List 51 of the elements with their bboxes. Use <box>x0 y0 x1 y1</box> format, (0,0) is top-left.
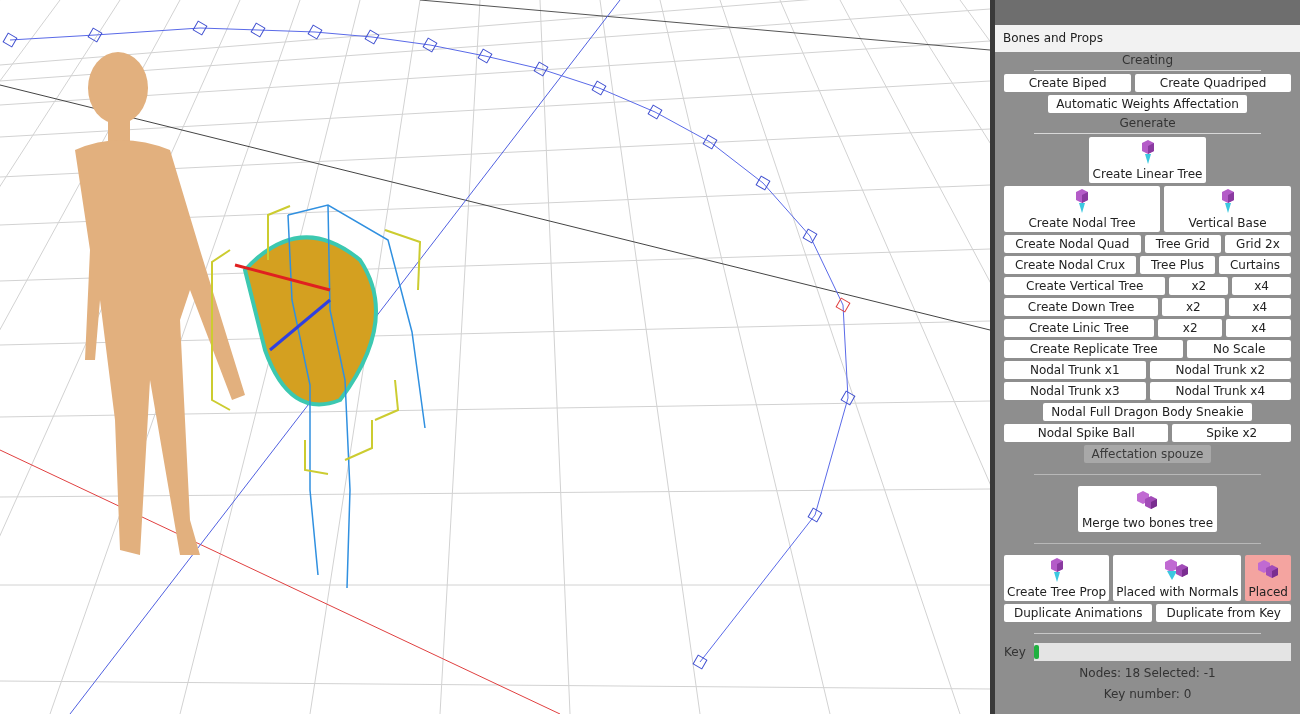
tool-button[interactable]: Nodal Trunk x2 <box>1149 361 1291 379</box>
tool-button[interactable]: Nodal Trunk x4 <box>1149 382 1291 400</box>
cubes-icon <box>1257 560 1280 580</box>
tool-button[interactable]: Create Quadriped <box>1135 74 1291 92</box>
nodes-status: Nodes: 18 Selected: -1 <box>1078 665 1217 682</box>
tool-button[interactable]: x4 <box>1226 319 1291 337</box>
tool-button[interactable]: Create Tree Prop <box>1004 555 1110 601</box>
tool-button[interactable]: x4 <box>1228 298 1291 316</box>
tool-button[interactable]: Nodal Trunk x1 <box>1004 361 1146 379</box>
tool-button[interactable]: Merge two bones tree <box>1077 486 1218 532</box>
tool-button[interactable]: Create Vertical Tree <box>1004 277 1166 295</box>
cubes-icon <box>1136 491 1159 511</box>
tool-button[interactable]: Create Linear Tree <box>1088 137 1207 183</box>
tool-button[interactable]: Tree Plus <box>1139 256 1216 274</box>
tool-button[interactable]: No Scale <box>1187 340 1291 358</box>
slider-thumb[interactable] <box>1033 645 1039 659</box>
tool-button[interactable]: x2 <box>1162 298 1225 316</box>
tool-button[interactable]: Placed with Normals <box>1113 555 1242 601</box>
key-number: Key number: 0 <box>1102 686 1193 703</box>
section-heading: Creating <box>1120 53 1174 67</box>
cube-arrow-icon <box>1049 558 1064 582</box>
tool-button[interactable]: Spike x2 <box>1172 424 1291 442</box>
cube-arrow-icon <box>1075 189 1090 213</box>
tool-button[interactable]: Nodal Trunk x3 <box>1004 382 1146 400</box>
tool-button[interactable]: Create Biped <box>1004 74 1132 92</box>
cubes-arrow-icon <box>1164 559 1191 581</box>
tool-button[interactable]: x2 <box>1169 277 1229 295</box>
tool-button[interactable]: Create Nodal Tree <box>1004 186 1161 232</box>
tool-button[interactable]: Duplicate from Key <box>1156 604 1291 622</box>
key-label: Key <box>1004 644 1026 661</box>
tool-button[interactable]: x4 <box>1232 277 1291 295</box>
key-slider[interactable] <box>1033 643 1291 661</box>
tool-button[interactable]: Tree Grid <box>1144 235 1221 253</box>
tool-button[interactable]: x2 <box>1157 319 1223 337</box>
tool-button[interactable]: Vertical Base <box>1164 186 1291 232</box>
cube-arrow-icon <box>1140 140 1155 164</box>
tool-button[interactable]: Duplicate Animations <box>1004 604 1153 622</box>
tool-button[interactable]: Create Nodal Crux <box>1004 256 1136 274</box>
section-heading: Generate <box>1118 116 1177 130</box>
panel-title: Bones and Props <box>995 25 1300 52</box>
tool-button[interactable]: Create Down Tree <box>1004 298 1159 316</box>
tool-button[interactable]: Create Replicate Tree <box>1004 340 1184 358</box>
tool-button[interactable]: Create Linic Tree <box>1004 319 1154 337</box>
tool-button[interactable]: Grid 2x <box>1224 235 1291 253</box>
tool-button[interactable]: Nodal Spike Ball <box>1004 424 1169 442</box>
tool-button[interactable]: Nodal Full Dragon Body Sneakie <box>1043 403 1252 421</box>
tool-button[interactable]: Automatic Weights Affectation <box>1048 95 1247 113</box>
tool-button[interactable]: Placed <box>1245 555 1291 601</box>
tool-button[interactable]: Create Nodal Quad <box>1004 235 1141 253</box>
tool-button[interactable]: Curtains <box>1219 256 1291 274</box>
cube-arrow-icon <box>1220 189 1235 213</box>
